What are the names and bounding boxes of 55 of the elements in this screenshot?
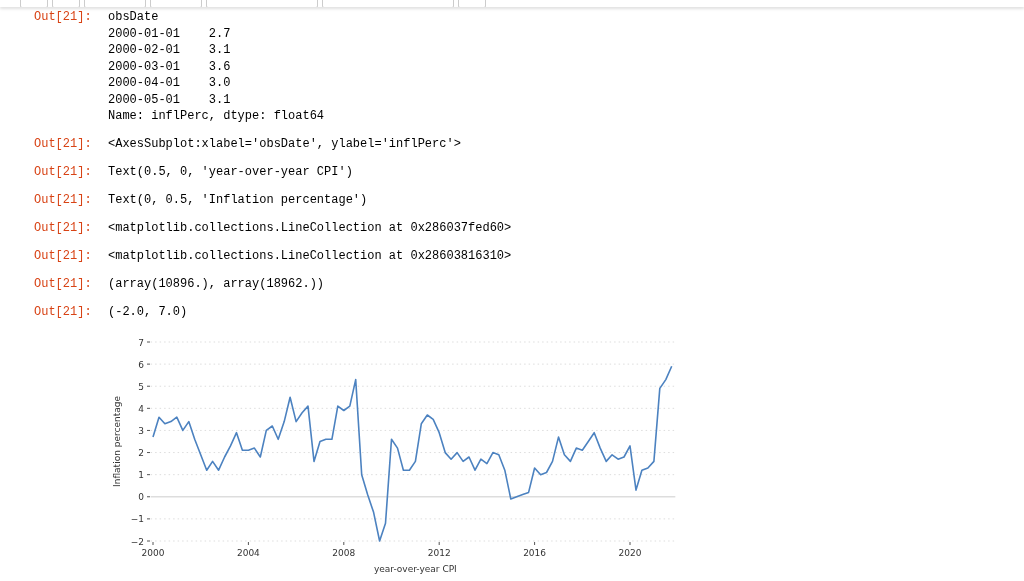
y-tick-label: 3: [138, 425, 144, 436]
output-prompt: Out[21]:: [34, 192, 93, 209]
output-prompt: Out[21]:: [34, 164, 93, 181]
y-tick-label: 4: [138, 403, 145, 414]
output-text: 2000-01-01 2.7: [108, 25, 232, 42]
output-text: 2000-04-01 3.0: [108, 75, 232, 92]
output-text: Text(0.5, 0, 'year-over-year CPI'): [108, 164, 353, 181]
x-tick: 2008: [332, 541, 356, 558]
output-text: Text(0, 0.5, 'Inflation percentage'): [108, 192, 368, 209]
y-tick: −2: [130, 536, 151, 547]
y-tick-label: 6: [138, 359, 145, 370]
output-text: <AxesSubplot:xlabel='obsDate', ylabel='inflPerc'>: [108, 136, 461, 153]
output-prompt: Out[21]:: [34, 276, 93, 293]
y-tick: 0: [138, 492, 151, 503]
x-tick: 2004: [236, 541, 260, 558]
y-tick: 7: [138, 337, 151, 348]
y-tick: 3: [138, 425, 151, 436]
x-tick: 2012: [427, 541, 451, 558]
output-text: (array(10896.), array(18962.)): [108, 276, 325, 293]
output-prompt: Out[21]:: [34, 136, 93, 153]
output-prompt: Out[21]:: [34, 220, 93, 237]
y-tick: 6: [138, 359, 151, 370]
y-tick-label: 1: [138, 470, 144, 481]
y-tick: 1: [138, 470, 151, 481]
x-tick-label: 2020: [618, 548, 642, 558]
y-tick: −1: [130, 514, 151, 525]
y-tick-label: 7: [138, 337, 144, 348]
y-tick: 4: [138, 403, 151, 414]
y-tick: 2: [138, 448, 151, 459]
output-text: <matplotlib.collections.LineCollection at 0x28603816310>: [108, 248, 512, 265]
x-axis-label: year-over-year CPI: [373, 564, 457, 574]
output-text: 2000-03-01 3.6: [108, 58, 232, 75]
x-tick-label: 2008: [332, 548, 356, 558]
y-axis-label: Inflation percentage: [112, 396, 122, 487]
x-tick: 2020: [618, 541, 642, 558]
output-text: 2000-02-01 3.1: [108, 42, 232, 59]
output-text: Name: inflPerc, dtype: float64: [108, 108, 325, 125]
x-tick-label: 2012: [427, 548, 451, 558]
y-tick-label: 0: [138, 492, 145, 503]
output-prompt: Out[21]:: [34, 304, 93, 321]
x-tick: 2016: [523, 541, 547, 558]
y-tick-label: 5: [138, 381, 144, 392]
x-tick-label: 2004: [236, 548, 261, 558]
y-tick-label: −1: [130, 514, 144, 525]
output-prompt: Out[21]:: [34, 9, 93, 26]
output-text: <matplotlib.collections.LineCollection at 0x286037fed60>: [108, 220, 512, 237]
output-text: (-2.0, 7.0): [108, 304, 188, 321]
output-prompt: Out[21]:: [34, 248, 93, 265]
y-tick: 5: [138, 381, 151, 392]
x-tick-label: 2016: [523, 548, 547, 558]
y-tick-label: −2: [130, 536, 144, 547]
x-tick-label: 2000: [141, 548, 165, 558]
y-tick-label: 2: [138, 448, 144, 459]
output-text: 2000-05-01 3.1: [108, 91, 232, 108]
output-text: obsDate: [108, 9, 160, 26]
